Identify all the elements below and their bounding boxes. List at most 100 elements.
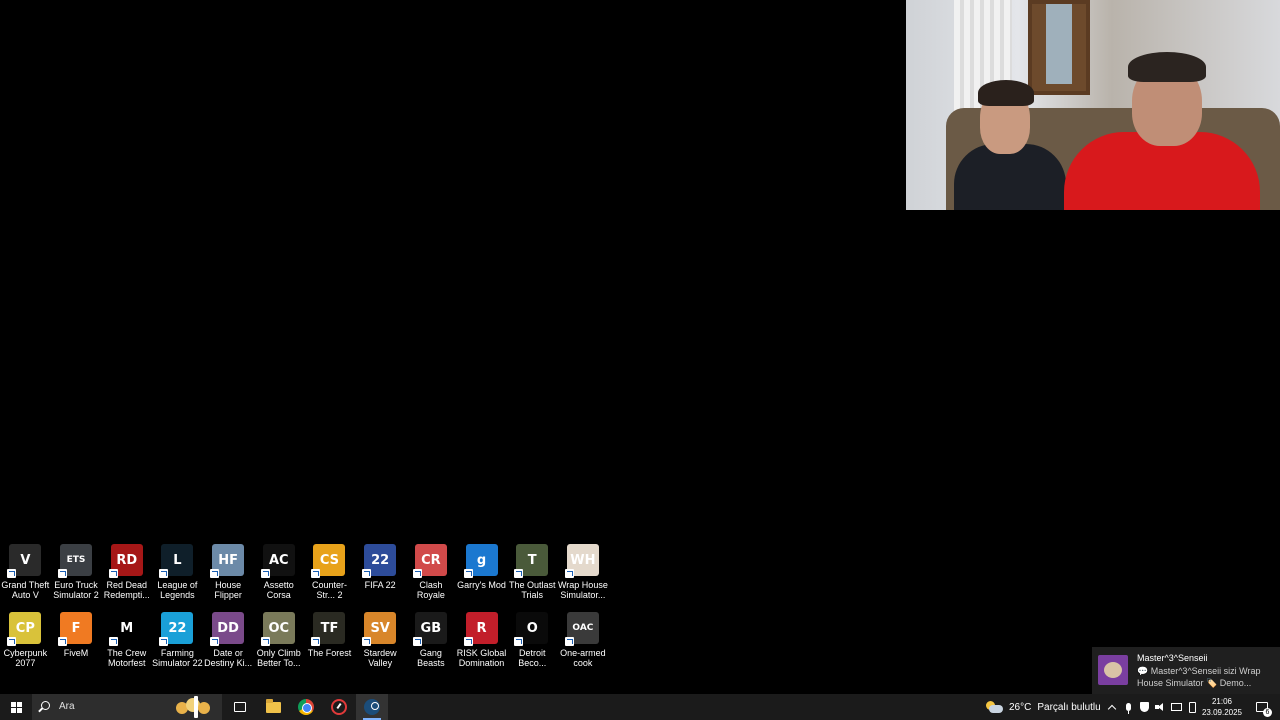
- volume-tray[interactable]: [1152, 694, 1168, 720]
- desktop-icon-date-destiny[interactable]: DD Date or Destiny Ki...: [203, 611, 254, 679]
- chevron-up-icon: [1107, 704, 1117, 714]
- shortcut-arrow-icon: [159, 569, 169, 578]
- gauge-icon: [331, 699, 347, 715]
- shortcut-arrow-icon: [463, 637, 473, 646]
- desktop-icon-wrap-house[interactable]: WH Wrap House Simulator...: [558, 543, 609, 611]
- desktop-icon-label: Red Dead Redempti...: [103, 580, 150, 600]
- clock-time: 21:06: [1211, 697, 1233, 706]
- notification-message: 💬 Master^3^Senseii sizi Wrap House Simul…: [1137, 666, 1261, 688]
- partly-cloudy-icon: [985, 701, 1003, 713]
- network-tray[interactable]: [1168, 694, 1184, 720]
- desktop-icon-clash-royale[interactable]: CR Clash Royale: [406, 543, 457, 611]
- stardew-icon: SV: [362, 612, 397, 646]
- desktop-icon-label: One-armed cook: [560, 648, 606, 668]
- desktop-icon-fivem[interactable]: F FiveM: [51, 611, 102, 679]
- shortcut-arrow-icon: [159, 637, 169, 646]
- desktop-icon-label: Only Climb Better To...: [256, 648, 301, 668]
- desktop-icon-label: Garry's Mod: [457, 580, 506, 590]
- assetto-icon: AC: [260, 544, 295, 578]
- gang-beasts-icon: GB: [412, 612, 447, 646]
- desktop-icon-farming[interactable]: 22 Farming Simulator 22: [152, 611, 203, 679]
- search-highlight-icon: [174, 696, 220, 718]
- detroit-icon: O: [514, 612, 549, 646]
- fivem-icon: F: [58, 612, 93, 646]
- desktop-icon-assetto[interactable]: AC Assetto Corsa: [253, 543, 304, 611]
- task-view-button[interactable]: [224, 694, 256, 720]
- desktop-icons: V Grand Theft Auto V ETS Euro Truck Simulat…: [0, 543, 610, 679]
- start-button[interactable]: [0, 694, 32, 720]
- network-icon: [1170, 703, 1182, 711]
- shortcut-arrow-icon: [412, 569, 422, 578]
- shortcut-arrow-icon: [514, 637, 524, 646]
- file-explorer-button[interactable]: [257, 694, 289, 720]
- steam-notification-toast[interactable]: Master^3^Senseii 💬 Master^3^Senseii sizi…: [1092, 647, 1280, 694]
- shortcut-arrow-icon: [7, 569, 17, 578]
- shortcut-arrow-icon: [58, 569, 68, 578]
- microphone-tray[interactable]: [1120, 694, 1136, 720]
- desktop-icon-only-climb[interactable]: OC Only Climb Better To...: [253, 611, 304, 679]
- desktop-icon-cs2[interactable]: CS Counter-Str... 2: [304, 543, 355, 611]
- wrap-house-icon: WH: [564, 544, 599, 578]
- search-box[interactable]: Ara: [32, 694, 222, 720]
- power-tray[interactable]: [1184, 694, 1200, 720]
- desktop-icon-forest[interactable]: TF The Forest: [304, 611, 355, 679]
- webcam-overlay: [906, 0, 1280, 210]
- search-icon: [41, 701, 50, 710]
- action-center-button[interactable]: 6: [1250, 694, 1274, 720]
- desktop-icon-gta[interactable]: V Grand Theft Auto V: [0, 543, 51, 611]
- desktop-icon-row-2: CP Cyberpunk 2077 F FiveM M The Crew Motorfes…: [0, 611, 610, 679]
- desktop-icon-risk[interactable]: R RISK Global Domination: [456, 611, 507, 679]
- forest-icon: TF: [311, 612, 346, 646]
- speedtest-button[interactable]: [323, 694, 355, 720]
- desktop-icon-label: Gang Beasts: [417, 648, 445, 668]
- desktop-icon-gmod[interactable]: g Garry's Mod: [456, 543, 507, 611]
- desktop-icon-label: Clash Royale: [416, 580, 445, 600]
- shortcut-arrow-icon: [311, 637, 321, 646]
- cs2-icon: CS: [311, 544, 346, 578]
- shortcut-arrow-icon: [412, 637, 422, 646]
- shortcut-arrow-icon: [260, 637, 270, 646]
- shortcut-arrow-icon: [58, 637, 68, 646]
- desktop-icon-one-armed-cook[interactable]: OAC One-armed cook: [558, 611, 609, 679]
- desktop-icon-truck[interactable]: ETS Euro Truck Simulator 2: [51, 543, 102, 611]
- fifa-icon: 22: [362, 544, 397, 578]
- desktop-icon-outlast[interactable]: T The Outlast Trials: [507, 543, 558, 611]
- steam-button[interactable]: [356, 694, 388, 720]
- desktop-icon-label: The Forest: [307, 648, 352, 658]
- shortcut-arrow-icon: [311, 569, 321, 578]
- desktop-icon-cyberpunk[interactable]: CP Cyberpunk 2077: [0, 611, 51, 679]
- desktop-icon-crew[interactable]: M The Crew Motorfest: [101, 611, 152, 679]
- taskbar: Ara 26°C Parçalı bulutlu 21:06 23.09.202…: [0, 694, 1280, 720]
- desktop-icon-label: Assetto Corsa: [263, 580, 294, 600]
- weather-widget[interactable]: 26°C Parçalı bulutlu: [985, 694, 1101, 720]
- person-right-hair: [1128, 52, 1206, 82]
- desktop-icon-gang-beasts[interactable]: GB Gang Beasts: [406, 611, 457, 679]
- desktop-icon-label: Date or Destiny Ki...: [204, 648, 253, 668]
- search-placeholder: Ara: [59, 701, 75, 712]
- desktop-icon-label: Stardew Valley: [363, 648, 397, 668]
- chrome-button[interactable]: [290, 694, 322, 720]
- desktop-icon-rdr[interactable]: RD Red Dead Redempti...: [101, 543, 152, 611]
- shortcut-arrow-icon: [514, 569, 524, 578]
- security-tray[interactable]: [1136, 694, 1152, 720]
- shield-icon: [1139, 702, 1149, 712]
- steam-icon: [364, 699, 380, 715]
- clash-royale-icon: CR: [412, 544, 447, 578]
- chrome-icon: [298, 699, 314, 715]
- desktop-icon-fifa[interactable]: 22 FIFA 22: [355, 543, 406, 611]
- only-climb-icon: OC: [260, 612, 295, 646]
- shortcut-arrow-icon: [463, 569, 473, 578]
- desktop-icon-house-flipper[interactable]: HF House Flipper: [203, 543, 254, 611]
- desktop-icon-label: FiveM: [63, 648, 89, 658]
- clock-date: 23.09.2025: [1201, 708, 1243, 717]
- shortcut-arrow-icon: [260, 569, 270, 578]
- desktop-icon-lol[interactable]: L League of Legends: [152, 543, 203, 611]
- lol-icon: L: [159, 544, 194, 578]
- crew-icon: M: [108, 612, 143, 646]
- clock[interactable]: 21:06 23.09.2025: [1200, 696, 1244, 718]
- show-hidden-icons-button[interactable]: [1104, 694, 1120, 720]
- desktop-icon-detroit[interactable]: O Detroit Beco...: [507, 611, 558, 679]
- risk-icon: R: [463, 612, 498, 646]
- desktop-icon-stardew[interactable]: SV Stardew Valley: [355, 611, 406, 679]
- desktop-icon-label: The Outlast Trials: [508, 580, 556, 600]
